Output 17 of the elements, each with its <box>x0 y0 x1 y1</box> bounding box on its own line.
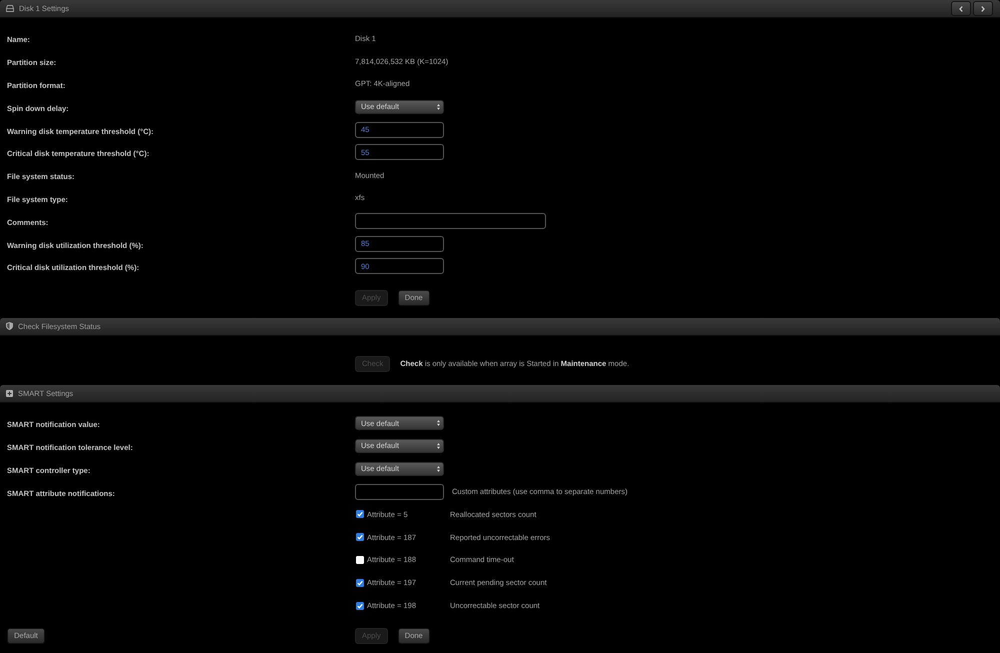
up-down-arrows-icon <box>437 466 440 472</box>
up-down-arrows-icon <box>437 420 440 426</box>
hard-drive-icon <box>6 5 14 12</box>
up-down-arrows-icon <box>437 104 440 110</box>
input-field[interactable] <box>355 212 546 229</box>
chevron-right-icon <box>981 6 985 12</box>
checkbox[interactable] <box>356 510 364 518</box>
previous-button[interactable] <box>951 1 971 16</box>
checkbox[interactable] <box>356 602 364 610</box>
up-down-arrows-icon <box>437 442 440 449</box>
checkbox[interactable] <box>356 533 364 542</box>
shield-icon <box>6 322 13 330</box>
chevron-left-icon <box>959 6 963 12</box>
checkbox[interactable] <box>356 556 364 564</box>
next-button[interactable] <box>973 1 993 16</box>
input-field[interactable] <box>355 484 444 500</box>
checkbox[interactable] <box>356 578 364 587</box>
